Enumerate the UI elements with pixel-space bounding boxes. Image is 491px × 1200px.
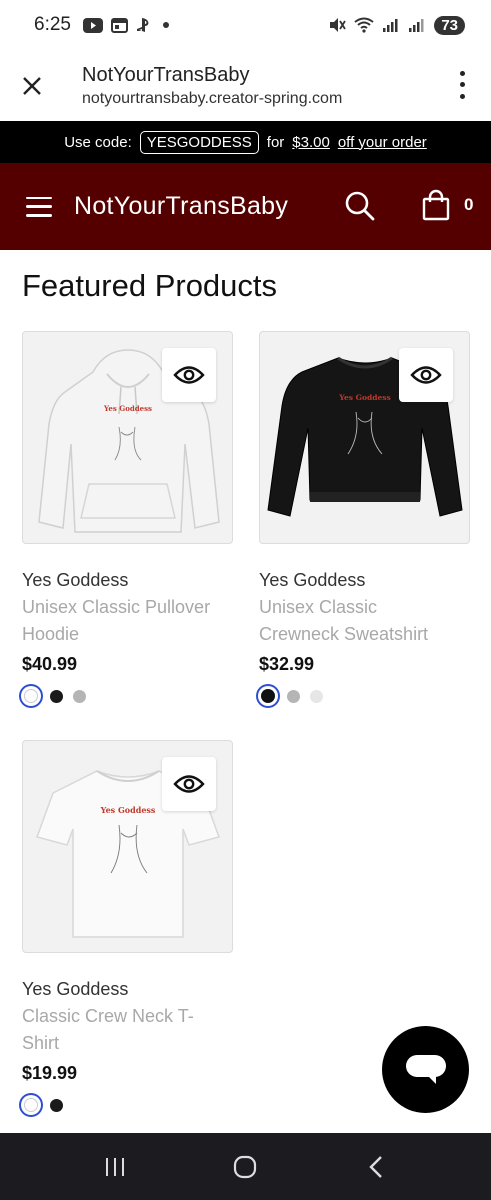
product-card[interactable]: Yes Goddess Yes Goddess Unisex Classic P… [22, 331, 233, 705]
quick-view-button[interactable] [162, 757, 216, 811]
color-swatch-black[interactable] [261, 689, 275, 703]
eye-icon [173, 775, 205, 793]
site-header: NotYourTransBaby 0 [0, 163, 491, 250]
product-price: $32.99 [259, 654, 315, 674]
print-text: Yes Goddess [338, 393, 390, 402]
recent-apps-icon [106, 1157, 125, 1176]
product-image[interactable]: Yes Goddess [22, 740, 233, 953]
promo-prefix: Use code: [64, 133, 132, 151]
status-left: 6:25 [34, 14, 170, 36]
cart-button[interactable]: 0 [422, 189, 473, 221]
more-options-button[interactable] [455, 68, 469, 102]
color-swatch-gray[interactable] [73, 689, 86, 703]
print-text: Yes Goddess [100, 805, 156, 815]
home-icon [234, 1155, 257, 1178]
status-right: 73 [328, 15, 465, 35]
browser-title: NotYourTransBaby [82, 63, 250, 86]
color-swatch-gray[interactable] [287, 689, 300, 703]
chat-icon [405, 1054, 446, 1084]
product-type: Shirt [22, 1033, 60, 1053]
color-swatch-black[interactable] [50, 689, 63, 703]
promo-amount: $3.00 [292, 133, 330, 151]
hamburger-line [26, 214, 52, 217]
eye-icon [173, 366, 205, 384]
color-swatches [22, 1096, 233, 1114]
product-type: Crewneck Sweatshirt [259, 624, 429, 644]
shopping-bag-icon [422, 189, 450, 221]
print-text: Yes Goddess [103, 404, 152, 413]
product-card[interactable]: Yes Goddess Yes Goddess Classic Crew Nec… [22, 740, 233, 1114]
quick-view-button[interactable] [162, 348, 216, 402]
promo-banner: Use code: YESGODDESS for $3.00 off your … [0, 121, 491, 163]
color-swatch-light-gray[interactable] [310, 689, 323, 703]
battery-indicator: 73 [434, 15, 465, 35]
dot-icon [459, 82, 465, 88]
url-block: NotYourTransBaby notyourtransbaby.creato… [82, 62, 342, 110]
back-icon [369, 1155, 382, 1178]
search-button[interactable] [345, 191, 375, 226]
browser-bar: NotYourTransBaby notyourtransbaby.creato… [0, 50, 491, 121]
search-icon [345, 191, 375, 221]
color-swatches [259, 687, 470, 705]
signal-icon-2 [408, 17, 426, 33]
dot-icon [459, 71, 465, 77]
quick-view-button[interactable] [399, 348, 453, 402]
cart-count: 0 [464, 195, 474, 214]
promo-suffix: off your order [337, 133, 427, 151]
home-button[interactable] [225, 1147, 265, 1187]
product-price: $40.99 [22, 654, 78, 674]
promo-code: YESGODDESS [139, 130, 259, 154]
product-name[interactable]: Yes Goddess [22, 976, 233, 1003]
promo-middle: for [266, 133, 285, 151]
chat-button[interactable] [382, 1026, 469, 1113]
color-swatches [22, 687, 233, 705]
status-bar: 6:25 73 [0, 0, 491, 50]
product-price: $19.99 [22, 1063, 78, 1083]
system-nav-bar [0, 1133, 491, 1200]
status-time: 6:25 [34, 14, 71, 35]
product-image[interactable]: Yes Goddess [22, 331, 233, 544]
browser-url[interactable]: notyourtransbaby.creator-spring.com [82, 88, 342, 110]
hamburger-menu-button[interactable] [26, 196, 52, 217]
recent-apps-button[interactable] [95, 1147, 135, 1187]
product-type: Unisex Classic Pullover [22, 597, 211, 617]
signal-icon [382, 17, 400, 33]
product-type: Hoodie [22, 624, 80, 644]
section-title: Featured Products [22, 268, 278, 303]
wifi-icon [354, 17, 374, 33]
eye-icon [410, 366, 442, 384]
product-name[interactable]: Yes Goddess [22, 567, 233, 594]
calendar-icon [110, 17, 128, 33]
product-name[interactable]: Yes Goddess [259, 567, 470, 594]
color-swatch-white[interactable] [24, 1098, 38, 1112]
brand-name[interactable]: NotYourTransBaby [74, 192, 288, 221]
hamburger-line [26, 205, 52, 208]
product-type: Classic Crew Neck T- [22, 1006, 194, 1026]
color-swatch-black[interactable] [50, 1098, 63, 1112]
dot-icon [459, 93, 465, 99]
product-image[interactable]: Yes Goddess [259, 331, 470, 544]
product-type: Unisex Classic [259, 597, 378, 617]
close-icon [23, 76, 41, 95]
back-button[interactable] [356, 1147, 396, 1187]
hamburger-line [26, 196, 52, 199]
mute-icon [328, 17, 347, 33]
close-button[interactable] [0, 50, 64, 121]
notification-dot-icon [162, 21, 170, 29]
playstation-icon [136, 17, 154, 33]
youtube-icon [82, 17, 103, 33]
color-swatch-white[interactable] [24, 689, 38, 703]
product-card[interactable]: Yes Goddess Yes Goddess Unisex Classic C… [259, 331, 470, 705]
